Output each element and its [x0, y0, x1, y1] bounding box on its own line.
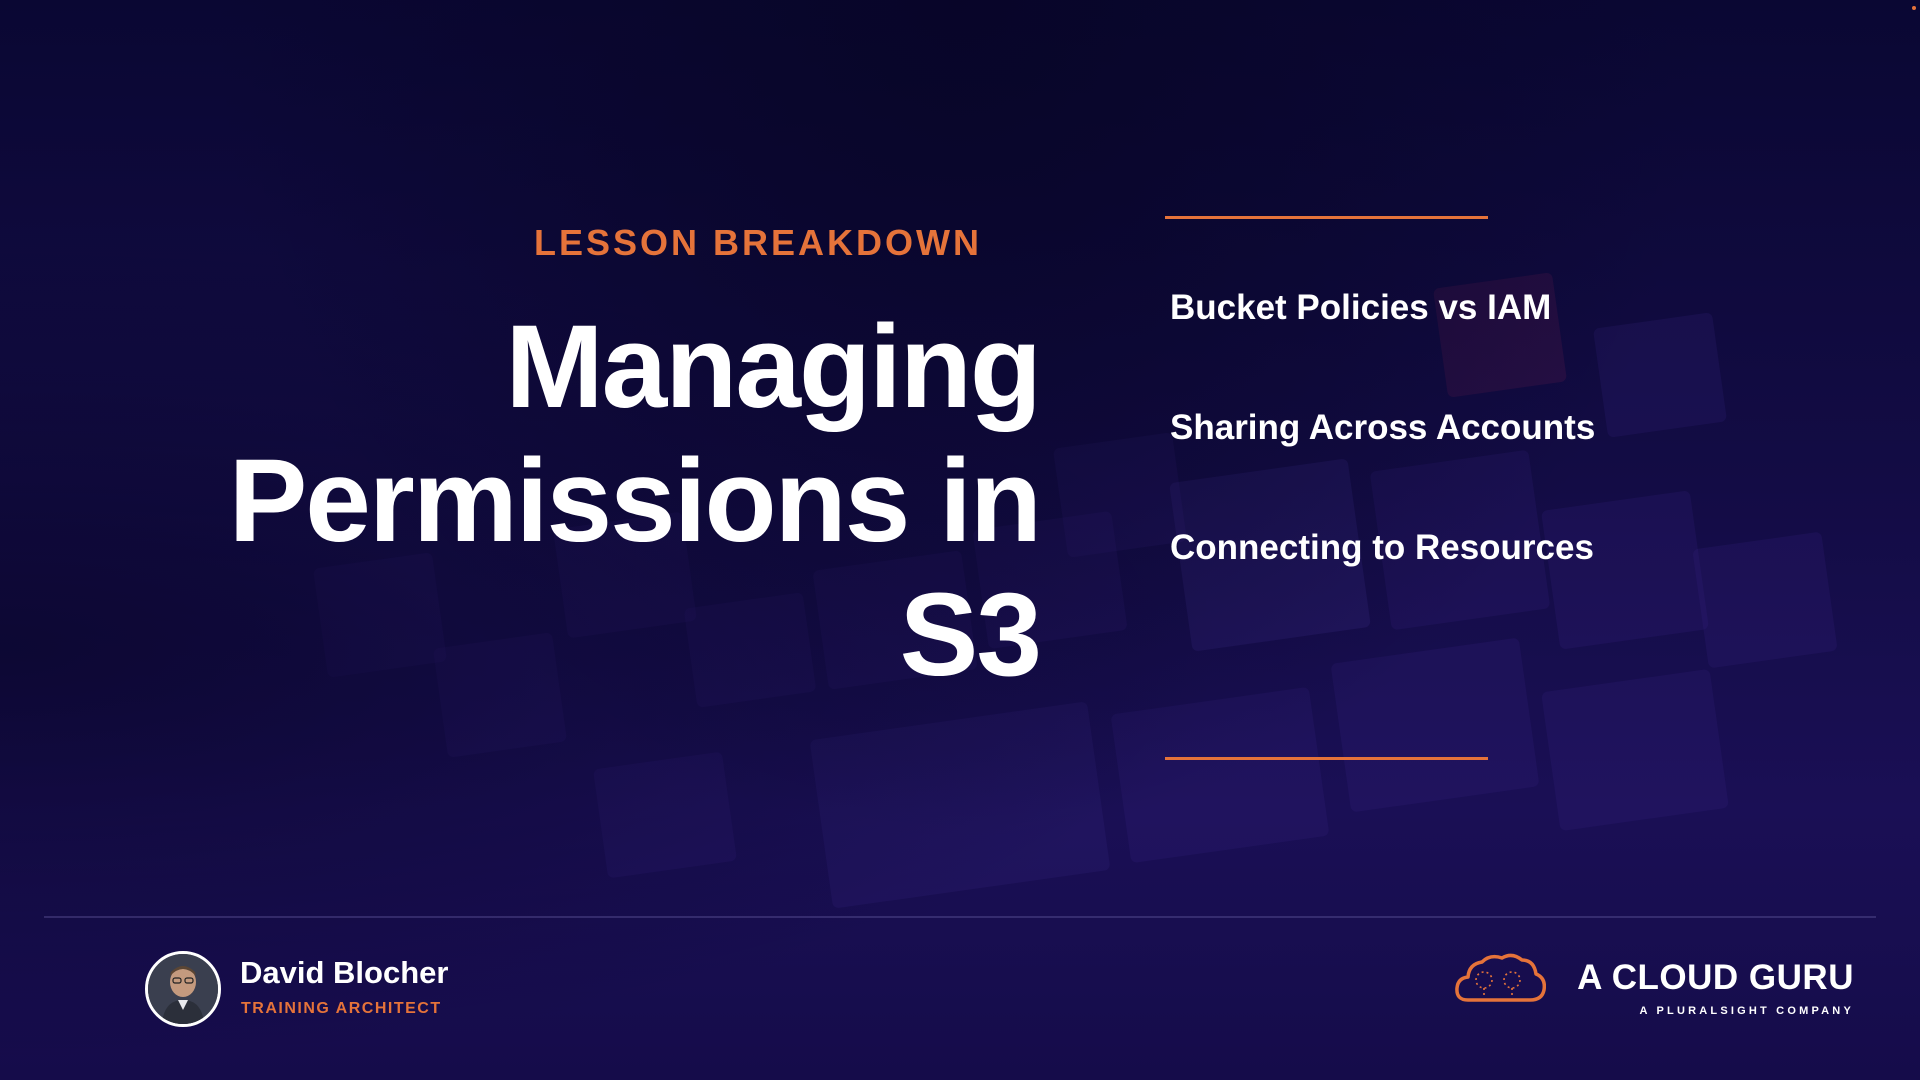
presenter-name: David Blocher	[240, 955, 449, 990]
presenter-role: TRAINING ARCHITECT	[241, 1000, 442, 1017]
topic-item-connecting-resources: Connecting to Resources	[1170, 528, 1594, 567]
avatar-portrait-icon	[148, 954, 218, 1024]
cloud-guru-cloud-icon	[1455, 953, 1546, 1002]
lesson-slide: LESSON BREAKDOWN Managing Permissions in…	[0, 0, 1920, 1080]
title-line-3: S3	[899, 569, 1042, 701]
topics-bottom-rule	[1165, 757, 1488, 760]
title-line-1: Managing	[505, 301, 1042, 433]
corner-indicator-dot	[1912, 6, 1916, 10]
presenter-avatar	[145, 951, 221, 1027]
lesson-title: Managing Permissions in S3	[140, 300, 1042, 702]
brand-name: A CLOUD GURU	[1577, 958, 1854, 997]
topic-item-bucket-policies: Bucket Policies vs IAM	[1170, 288, 1552, 327]
topics-top-rule	[1165, 216, 1488, 219]
topic-item-sharing-accounts: Sharing Across Accounts	[1170, 408, 1596, 447]
footer-divider	[44, 916, 1876, 918]
topic-list: Bucket Policies vs IAM Sharing Across Ac…	[1170, 280, 1595, 640]
brand-lockup: A CLOUD GURU A PLURALSIGHT COMPANY	[1454, 950, 1854, 1030]
lesson-eyebrow: LESSON BREAKDOWN	[533, 222, 982, 263]
brand-tagline: A PLURALSIGHT COMPANY	[1639, 1005, 1854, 1017]
title-line-2: Permissions in	[228, 435, 1042, 567]
